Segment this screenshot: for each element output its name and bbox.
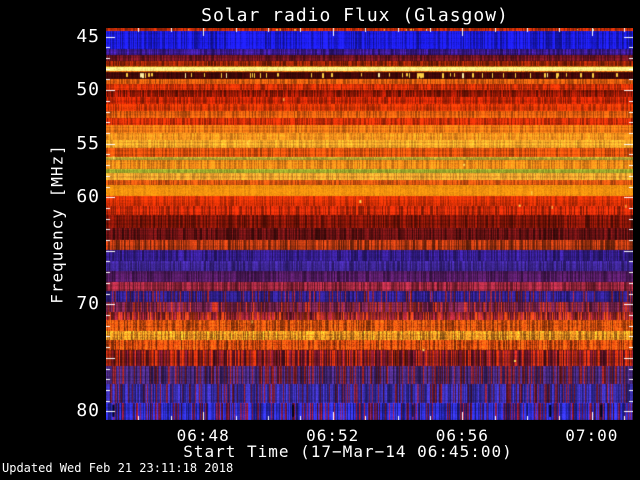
y-tick-label: 50 bbox=[76, 79, 100, 101]
x-tick-label: 07:00 bbox=[565, 426, 619, 445]
y-axis-title: Frequency [MHz] bbox=[47, 144, 67, 304]
y-tick-label: 80 bbox=[76, 400, 100, 422]
y-tick-label: 45 bbox=[76, 25, 100, 47]
x-tick-label: 06:52 bbox=[306, 426, 360, 445]
y-tick-label: 55 bbox=[76, 132, 100, 154]
x-tick-label: 06:56 bbox=[435, 426, 489, 445]
y-tick-label: 70 bbox=[76, 293, 100, 315]
solar-radio-flux-figure: Solar radio Flux (Glasgow) Frequency [MH… bbox=[0, 0, 640, 480]
spectrogram-canvas bbox=[106, 28, 633, 420]
x-tick-label: 06:48 bbox=[176, 426, 230, 445]
updated-timestamp: Updated Wed Feb 21 23:11:18 2018 bbox=[2, 461, 234, 475]
y-tick-label: 60 bbox=[76, 186, 100, 208]
plot-title: Solar radio Flux (Glasgow) bbox=[201, 5, 509, 26]
